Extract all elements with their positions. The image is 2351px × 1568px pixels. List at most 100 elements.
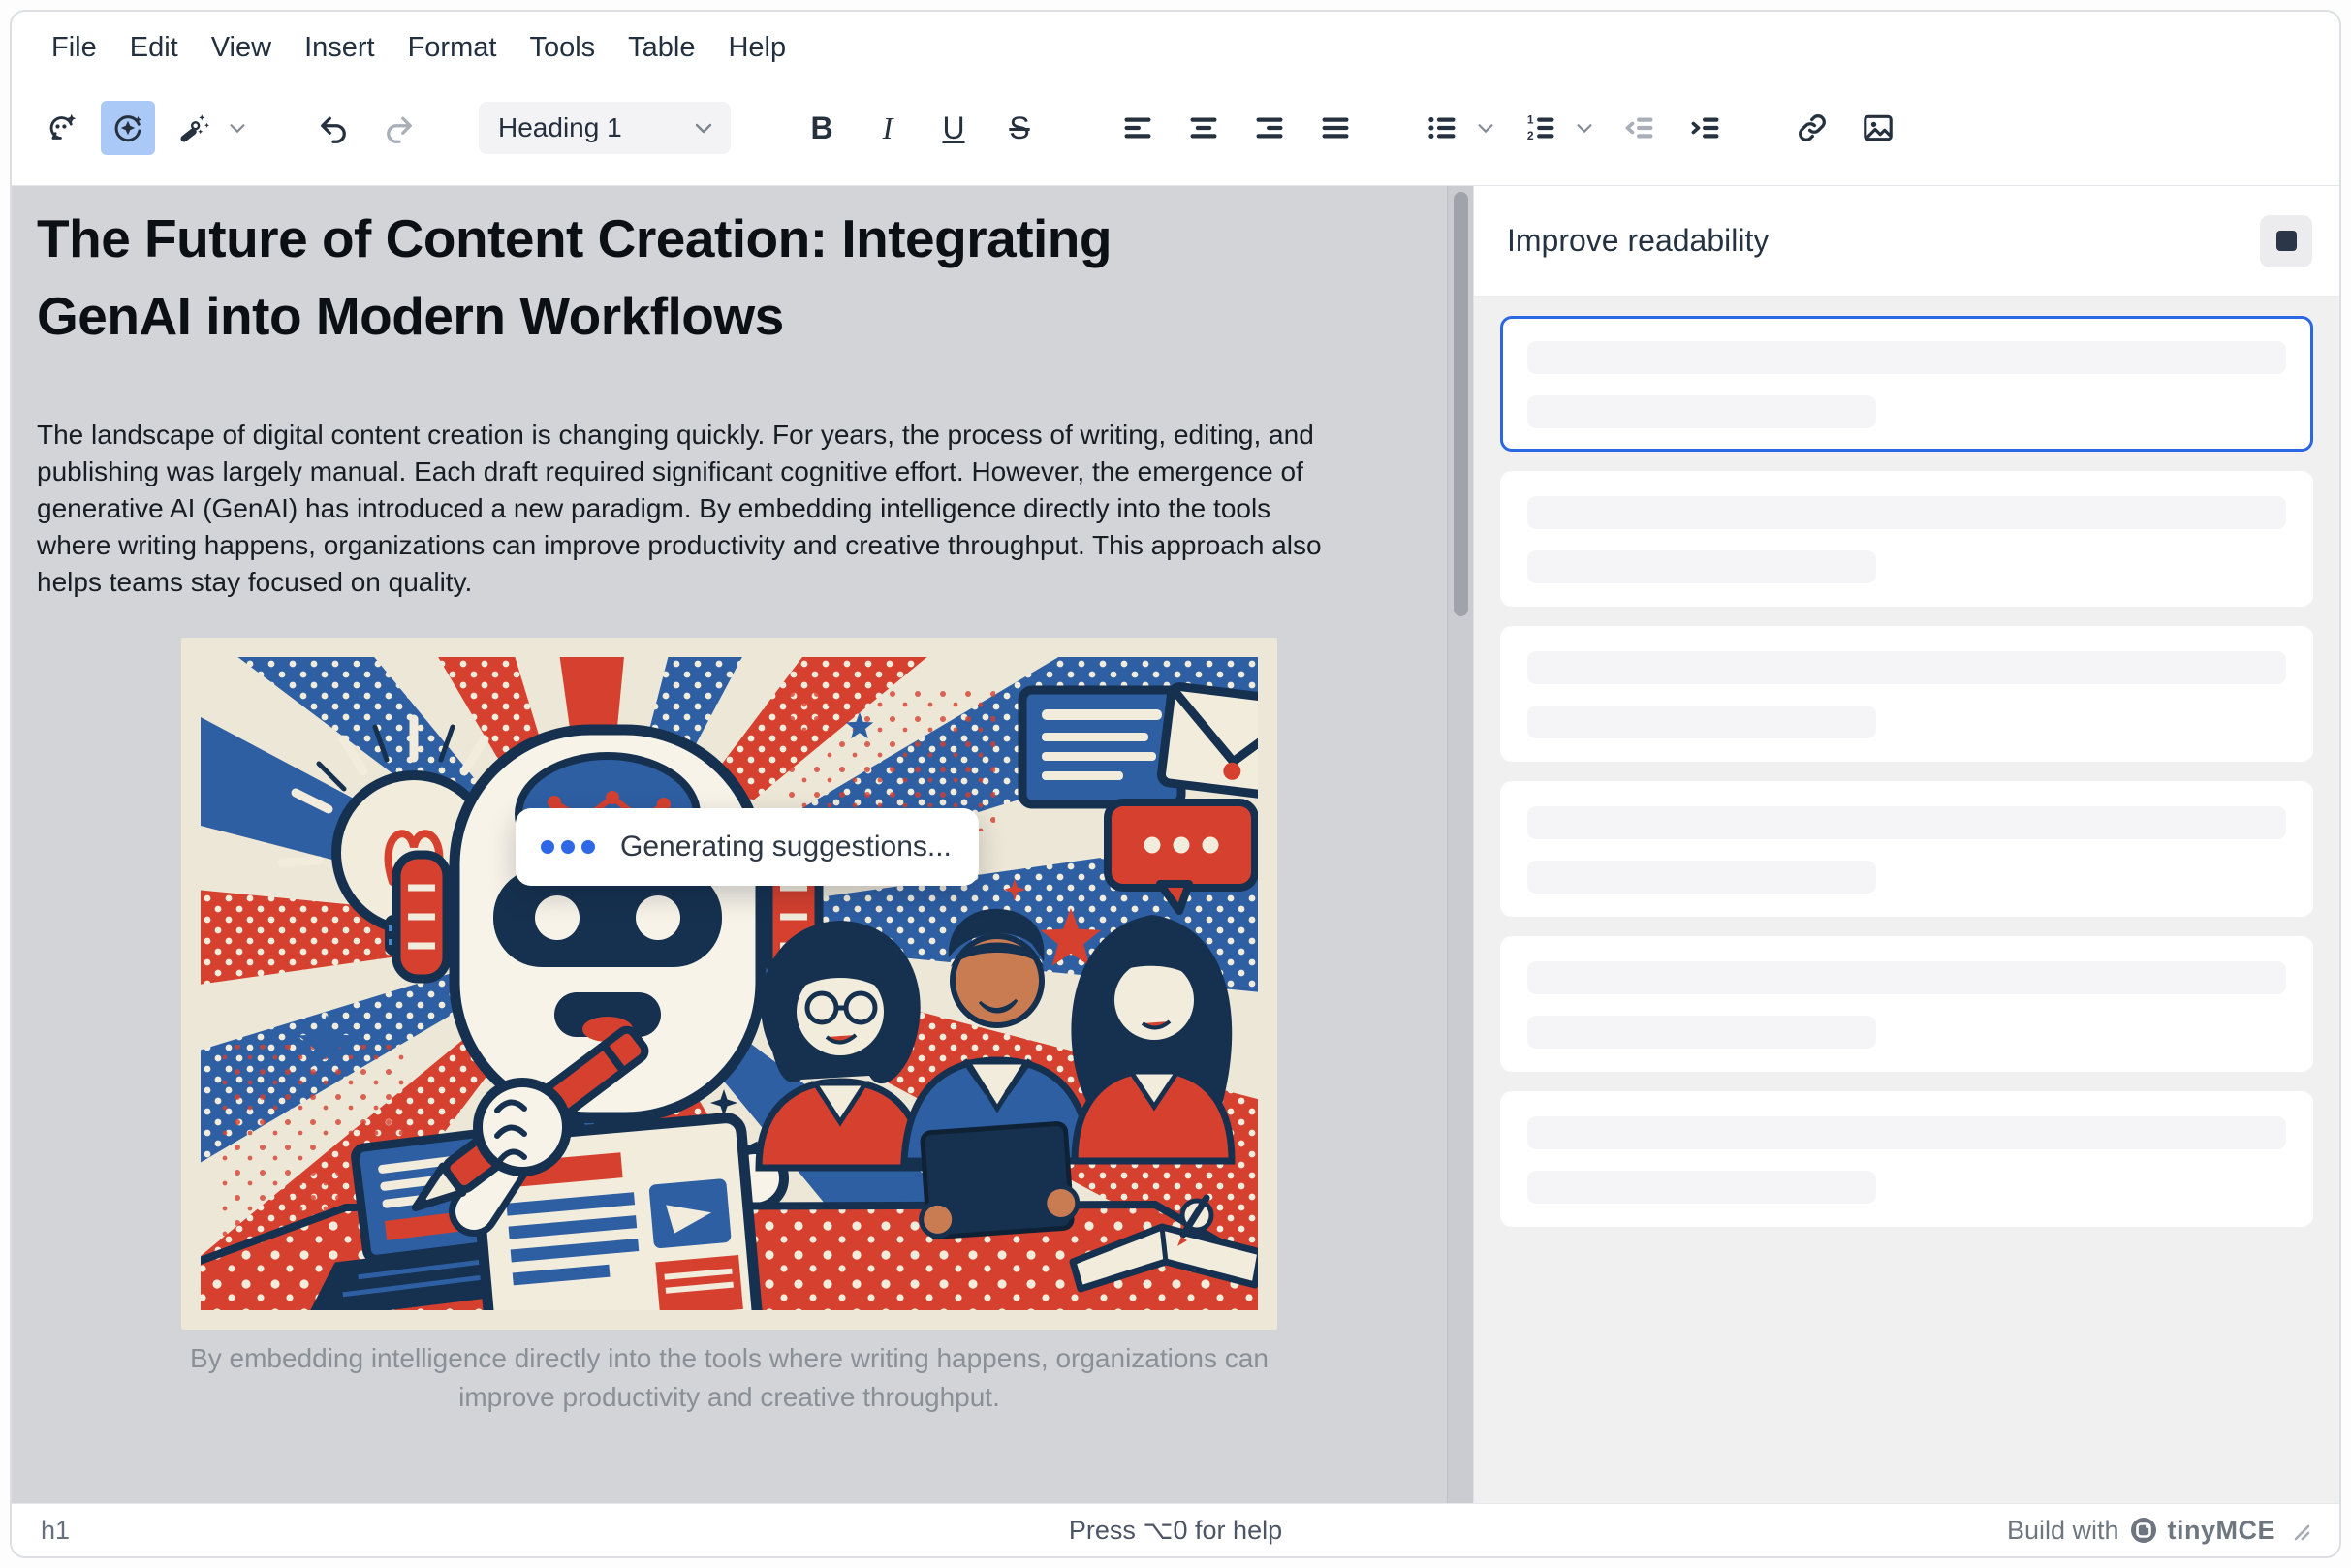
indent-button[interactable] <box>1678 101 1733 155</box>
main-area: The Future of Content Creation: Integrat… <box>12 186 2339 1503</box>
branding-name: tinyMCE <box>2168 1516 2276 1546</box>
underline-icon: U <box>942 110 964 146</box>
ai-wand-menu-chevron[interactable] <box>221 101 254 155</box>
editor-scrollbar <box>1447 186 1473 1503</box>
person-woman-glasses <box>759 921 922 1168</box>
person-woman-writing <box>1071 915 1232 1161</box>
ai-shortcuts-split-button <box>167 101 254 155</box>
menu-item-format[interactable]: Format <box>392 22 514 74</box>
image-caption[interactable]: By embedding intelligence directly into … <box>181 1339 1277 1417</box>
generating-suggestions-toast: Generating suggestions... <box>516 808 979 886</box>
svg-text:1: 1 <box>1527 113 1534 127</box>
help-shortcut-hint: Press ⌥0 for help <box>1069 1516 1282 1546</box>
menu-item-insert[interactable]: Insert <box>288 22 392 74</box>
redo-icon <box>382 110 417 145</box>
editor-content-area[interactable]: The Future of Content Creation: Integrat… <box>12 186 1447 1503</box>
skeleton-line-short <box>1527 1016 1876 1049</box>
numbered-list-menu-chevron[interactable] <box>1568 101 1601 155</box>
italic-icon: I <box>883 110 893 146</box>
outdent-button[interactable] <box>1613 101 1667 155</box>
numbered-list-split-button: 12 <box>1514 101 1601 155</box>
strikethrough-icon: S <box>1009 110 1029 146</box>
skeleton-line-long <box>1527 961 2286 994</box>
suggestion-skeleton-card-selected[interactable] <box>1500 316 2313 452</box>
generating-suggestions-label: Generating suggestions... <box>620 831 952 863</box>
skeleton-line-long <box>1527 806 2286 839</box>
ai-wand-button[interactable] <box>167 101 221 155</box>
element-path[interactable]: h1 <box>41 1516 70 1546</box>
magic-wand-icon <box>176 110 211 145</box>
align-center-button[interactable] <box>1176 101 1231 155</box>
loading-dots-icon <box>541 840 595 854</box>
numbered-list-icon: 12 <box>1523 110 1558 145</box>
skeleton-line-long <box>1527 651 2286 684</box>
outdent-icon <box>1622 110 1657 145</box>
align-left-icon <box>1120 110 1155 145</box>
chevron-down-icon <box>1475 117 1496 139</box>
chevron-down-icon <box>692 116 715 140</box>
image-button[interactable] <box>1851 101 1905 155</box>
skeleton-line-long <box>1527 341 2286 374</box>
align-justify-button[interactable] <box>1308 101 1363 155</box>
menu-item-table[interactable]: Table <box>611 22 711 74</box>
ai-assistant-button[interactable] <box>35 101 89 155</box>
screen: FileEditViewInsertFormatToolsTableHelp <box>0 0 2351 1568</box>
skeleton-line-short <box>1527 550 1876 583</box>
image-icon <box>1861 110 1896 145</box>
document-paragraph[interactable]: The landscape of digital content creatio… <box>37 417 1335 601</box>
svg-text:2: 2 <box>1527 129 1534 142</box>
italic-button[interactable]: I <box>861 101 915 155</box>
menu-item-edit[interactable]: Edit <box>113 22 195 74</box>
skeleton-line-long <box>1527 496 2286 529</box>
bullet-list-icon <box>1425 110 1459 145</box>
tinymce-editor-window: FileEditViewInsertFormatToolsTableHelp <box>10 10 2341 1558</box>
toolbar: Heading 1 B I U S <box>35 76 2316 180</box>
align-left-button[interactable] <box>1111 101 1165 155</box>
align-right-button[interactable] <box>1242 101 1297 155</box>
bullet-list-button[interactable] <box>1415 101 1469 155</box>
numbered-list-button[interactable]: 12 <box>1514 101 1568 155</box>
menu-item-file[interactable]: File <box>35 22 113 74</box>
suggestion-card-list <box>1474 297 2339 1503</box>
strikethrough-button[interactable]: S <box>992 101 1047 155</box>
skeleton-line-short <box>1527 706 1876 738</box>
redo-button[interactable] <box>372 101 426 155</box>
ai-sparkle-circle-icon <box>110 110 145 145</box>
link-button[interactable] <box>1785 101 1839 155</box>
branding-prefix: Build with <box>2007 1516 2119 1546</box>
stop-generating-button[interactable] <box>2260 215 2312 267</box>
suggestion-skeleton-card[interactable] <box>1500 626 2313 762</box>
sidebar-title: Improve readability <box>1507 223 2260 259</box>
undo-icon <box>316 110 351 145</box>
menu-item-tools[interactable]: Tools <box>513 22 611 74</box>
underline-button[interactable]: U <box>926 101 981 155</box>
suggestion-skeleton-card[interactable] <box>1500 1091 2313 1227</box>
tinymce-branding-link[interactable]: Build with tinyMCE <box>2007 1516 2275 1546</box>
ai-improve-button[interactable] <box>101 101 155 155</box>
undo-button[interactable] <box>306 101 360 155</box>
skeleton-line-long <box>1527 1116 2286 1149</box>
suggestion-skeleton-card[interactable] <box>1500 781 2313 917</box>
stop-icon <box>2276 231 2297 251</box>
suggestion-skeleton-card[interactable] <box>1500 471 2313 607</box>
bullet-list-split-button <box>1415 101 1502 155</box>
resize-grip-icon[interactable] <box>2289 1520 2310 1541</box>
align-justify-icon <box>1318 110 1353 145</box>
menu-item-help[interactable]: Help <box>711 22 802 74</box>
link-icon <box>1795 110 1830 145</box>
skeleton-line-short <box>1527 861 1876 894</box>
content-illustration <box>181 638 1277 1330</box>
scrollbar-thumb[interactable] <box>1454 192 1468 616</box>
suggestion-skeleton-card[interactable] <box>1500 936 2313 1072</box>
ai-suggestions-sidebar: Improve readability <box>1473 186 2339 1503</box>
menu-item-view[interactable]: View <box>195 22 288 74</box>
bullet-list-menu-chevron[interactable] <box>1469 101 1502 155</box>
skeleton-line-short <box>1527 395 1876 428</box>
bold-button[interactable]: B <box>795 101 849 155</box>
editor-header: FileEditViewInsertFormatToolsTableHelp <box>12 12 2339 186</box>
document-image[interactable]: By embedding intelligence directly into … <box>181 638 1277 1417</box>
block-format-select[interactable]: Heading 1 <box>479 102 731 154</box>
document-heading[interactable]: The Future of Content Creation: Integrat… <box>37 200 1258 355</box>
align-center-icon <box>1186 110 1221 145</box>
chevron-down-icon <box>1574 117 1595 139</box>
